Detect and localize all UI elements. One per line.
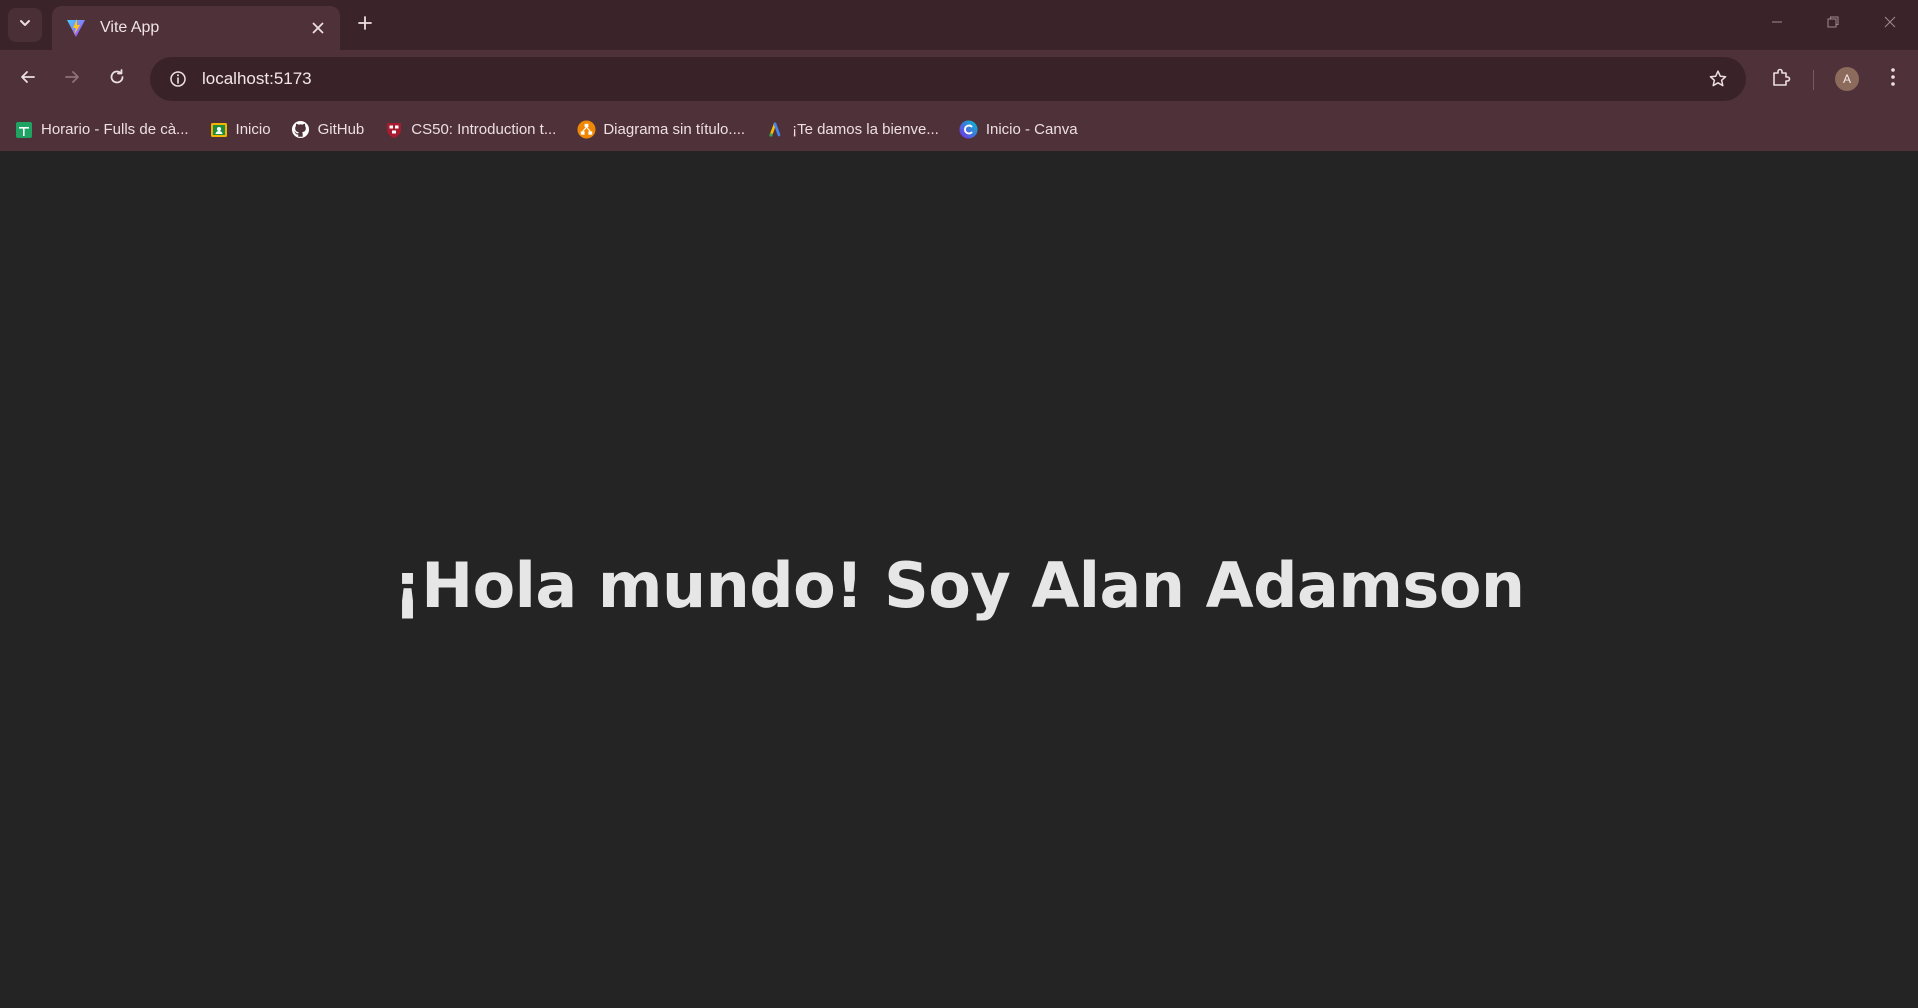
bookmark-google-ads[interactable]: ¡Te damos la bienve...	[765, 115, 945, 145]
tab-close-icon[interactable]	[306, 16, 330, 40]
extensions-button[interactable]	[1765, 63, 1797, 95]
bookmark-cs50[interactable]: CS50: Introduction t...	[384, 115, 562, 145]
chevron-down-icon	[18, 16, 32, 35]
bookmark-label: CS50: Introduction t...	[411, 121, 557, 138]
arrow-left-icon	[19, 68, 37, 91]
bookmark-canva[interactable]: Inicio - Canva	[959, 115, 1084, 145]
browser-toolbar: localhost:5173 A	[0, 50, 1918, 108]
bookmark-label: GitHub	[317, 121, 365, 138]
close-window-button[interactable]	[1870, 8, 1910, 40]
more-vertical-icon	[1890, 67, 1896, 92]
harvard-icon	[384, 120, 404, 140]
bookmark-label: ¡Te damos la bienve...	[792, 121, 939, 138]
restore-button[interactable]	[1813, 8, 1853, 40]
vite-logo-icon	[66, 18, 86, 38]
url-text[interactable]: localhost:5173	[202, 69, 1698, 89]
puzzle-icon	[1770, 66, 1792, 93]
classroom-icon	[209, 120, 229, 140]
canva-icon	[959, 120, 979, 140]
back-button[interactable]	[12, 63, 44, 95]
site-info-icon[interactable]	[156, 57, 200, 101]
tab-search-button[interactable]	[8, 8, 42, 42]
new-tab-button[interactable]	[352, 12, 378, 38]
close-icon	[1883, 15, 1897, 34]
tab-vite-app[interactable]: Vite App	[52, 6, 340, 50]
reload-icon	[108, 68, 126, 91]
sheets-icon	[14, 120, 34, 140]
tab-strip: Vite App	[0, 0, 1918, 50]
github-icon	[291, 120, 311, 140]
drawio-icon	[576, 120, 596, 140]
avatar-initial: A	[1842, 72, 1851, 86]
bookmark-label: Inicio - Canva	[985, 121, 1078, 138]
reload-button[interactable]	[101, 63, 133, 95]
bookmark-horario[interactable]: Horario - Fulls de cà...	[14, 115, 195, 145]
bookmark-label: Diagrama sin título....	[603, 121, 746, 138]
minimize-button[interactable]	[1757, 8, 1797, 40]
plus-icon	[357, 15, 373, 36]
bookmark-inicio-classroom[interactable]: Inicio	[209, 115, 277, 145]
bookmarks-bar: Horario - Fulls de cà... Inicio GitHub C…	[0, 108, 1918, 151]
bookmark-diagrama[interactable]: Diagrama sin título....	[576, 115, 751, 145]
arrow-right-icon	[63, 68, 81, 91]
page-heading: ¡Hola mundo! Soy Alan Adamson	[393, 549, 1525, 622]
profile-avatar[interactable]: A	[1835, 67, 1859, 91]
address-bar[interactable]: localhost:5173	[150, 57, 1746, 101]
forward-button[interactable]	[56, 63, 88, 95]
bookmark-label: Inicio	[235, 121, 271, 138]
bookmark-star-icon[interactable]	[1698, 59, 1738, 99]
menu-button[interactable]	[1877, 63, 1909, 95]
bookmark-label: Horario - Fulls de cà...	[41, 121, 189, 138]
toolbar-divider	[1813, 70, 1814, 90]
bookmark-github[interactable]: GitHub	[291, 115, 371, 145]
page-viewport: ¡Hola mundo! Soy Alan Adamson	[0, 151, 1918, 1008]
google-ads-icon	[765, 120, 785, 140]
restore-icon	[1826, 15, 1840, 34]
tab-title: Vite App	[100, 19, 160, 36]
minimize-icon	[1770, 15, 1784, 34]
